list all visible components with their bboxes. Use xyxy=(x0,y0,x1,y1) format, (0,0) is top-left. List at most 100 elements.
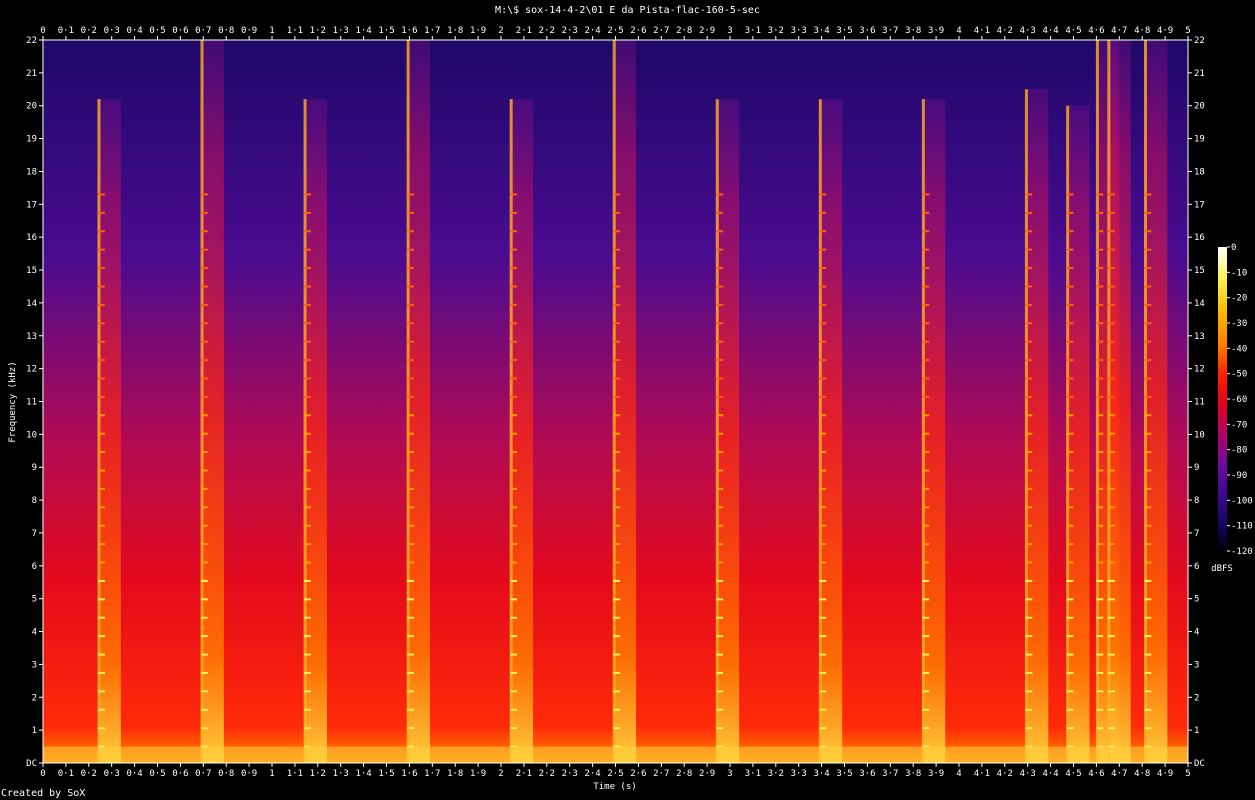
y-tick-label-right: 16 xyxy=(1194,233,1205,243)
x-tick-label-bottom: 4 xyxy=(956,769,961,779)
colorbar-tick-label: -50 xyxy=(1231,370,1247,380)
x-tick-label-bottom: 3·4 xyxy=(813,769,829,779)
y-tick-label-left: 21 xyxy=(26,69,37,79)
x-tick-label-bottom: 3·3 xyxy=(791,769,807,779)
x-tick-label-bottom: 4·1 xyxy=(974,769,990,779)
x-tick-label-bottom: 2·9 xyxy=(699,769,715,779)
y-tick-label-left: 14 xyxy=(26,299,37,309)
y-tick-label-right: 14 xyxy=(1194,299,1205,309)
x-tick-label-top: 4 xyxy=(956,26,961,36)
x-tick-label-bottom: 1·8 xyxy=(447,769,463,779)
x-tick-label-bottom: 3·2 xyxy=(768,769,784,779)
x-tick-label-bottom: 1·5 xyxy=(378,769,394,779)
x-axis-label: Time (s) xyxy=(593,782,636,792)
x-tick-label-bottom: 4·4 xyxy=(1042,769,1058,779)
x-tick-label-bottom: 1·2 xyxy=(310,769,326,779)
x-tick-label-top: 0·2 xyxy=(81,26,97,36)
y-tick-label-right: 20 xyxy=(1194,102,1205,112)
y-tick-label-right: 10 xyxy=(1194,430,1205,440)
x-tick-label-top: 2·9 xyxy=(699,26,715,36)
y-tick-label-right: 17 xyxy=(1194,200,1205,210)
y-tick-label-right: 5 xyxy=(1194,595,1199,605)
x-tick-label-bottom: 4·8 xyxy=(1134,769,1150,779)
colorbar-tick-label: -40 xyxy=(1231,344,1247,354)
x-tick-label-bottom: 3 xyxy=(727,769,732,779)
y-tick-label-right: 6 xyxy=(1194,562,1199,572)
x-tick-label-top: 4·4 xyxy=(1042,26,1058,36)
x-tick-label-bottom: 3·1 xyxy=(745,769,761,779)
y-tick-label-left: 2 xyxy=(32,693,37,703)
x-tick-label-top: 1·8 xyxy=(447,26,463,36)
x-tick-label-bottom: 0·6 xyxy=(172,769,188,779)
y-tick-label-left: 6 xyxy=(32,562,37,572)
x-tick-label-bottom: 0·4 xyxy=(126,769,142,779)
y-tick-label-left: 16 xyxy=(26,233,37,243)
y-tick-label-right: 1 xyxy=(1194,726,1199,736)
colorbar-tick-label: -120 xyxy=(1231,547,1253,557)
y-tick-label-right: 4 xyxy=(1194,628,1199,638)
x-tick-label-top: 1·5 xyxy=(378,26,394,36)
y-tick-label-right: 22 xyxy=(1194,36,1205,46)
y-tick-label-right: 11 xyxy=(1194,398,1205,408)
x-tick-label-bottom: 1·3 xyxy=(333,769,349,779)
transient-burst xyxy=(1025,89,1049,763)
x-tick-label-top: 0·7 xyxy=(195,26,211,36)
x-tick-label-bottom: 0·3 xyxy=(104,769,120,779)
x-tick-label-bottom: 0·2 xyxy=(81,769,97,779)
transient-burst xyxy=(510,99,534,763)
y-tick-label-right: 13 xyxy=(1194,332,1205,342)
x-tick-label-bottom: 2·1 xyxy=(516,769,532,779)
y-tick-label-left: 8 xyxy=(32,496,37,506)
x-tick-label-top: 1·1 xyxy=(287,26,303,36)
y-tick-label-left: 7 xyxy=(32,529,37,539)
y-tick-label-left: 19 xyxy=(26,135,37,145)
x-tick-label-bottom: 4·7 xyxy=(1111,769,1127,779)
y-tick-label-right: 12 xyxy=(1194,365,1205,375)
y-tick-label-left: 17 xyxy=(26,200,37,210)
y-tick-label-left: 11 xyxy=(26,398,37,408)
x-tick-label-bottom: 4·5 xyxy=(1065,769,1081,779)
colorbar-label: dBFS xyxy=(1211,564,1233,574)
x-tick-label-bottom: 3·5 xyxy=(836,769,852,779)
x-tick-label-bottom: 4·3 xyxy=(1020,769,1036,779)
y-tick-label-right: 19 xyxy=(1194,135,1205,145)
transient-burst xyxy=(922,99,946,763)
x-tick-label-bottom: 0·1 xyxy=(58,769,74,779)
x-tick-label-top: 2 xyxy=(498,26,503,36)
x-tick-label-top: 1 xyxy=(269,26,274,36)
x-tick-label-bottom: 2·3 xyxy=(562,769,578,779)
x-tick-label-bottom: 1·4 xyxy=(355,769,371,779)
x-tick-label-top: 4·8 xyxy=(1134,26,1150,36)
y-tick-label-right: 3 xyxy=(1194,660,1199,670)
y-tick-label-left: 22 xyxy=(26,36,37,46)
y-tick-label-left: 1 xyxy=(32,726,37,736)
colorbar-tick-label: -20 xyxy=(1231,294,1247,304)
x-tick-label-bottom: 5 xyxy=(1185,769,1190,779)
x-tick-label-bottom: 0·7 xyxy=(195,769,211,779)
x-tick-label-bottom: 3·9 xyxy=(928,769,944,779)
x-tick-label-bottom: 2 xyxy=(498,769,503,779)
x-tick-label-top: 0·4 xyxy=(126,26,142,36)
x-tick-label-top: 2·4 xyxy=(584,26,600,36)
x-tick-label-top: 1·9 xyxy=(470,26,486,36)
credit-text: Created by SoX xyxy=(1,788,86,799)
x-tick-label-top: 1·2 xyxy=(310,26,326,36)
y-tick-label-right: 2 xyxy=(1194,693,1199,703)
x-tick-label-top: 0·8 xyxy=(218,26,234,36)
x-tick-label-top: 4·3 xyxy=(1020,26,1036,36)
x-tick-label-top: 3 xyxy=(727,26,732,36)
x-tick-label-bottom: 1·1 xyxy=(287,769,303,779)
colorbar-tick-label: -110 xyxy=(1231,522,1253,532)
x-tick-label-top: 3·1 xyxy=(745,26,761,36)
x-tick-label-top: 1·4 xyxy=(355,26,371,36)
y-tick-label-right: 8 xyxy=(1194,496,1199,506)
y-tick-label-right: DC xyxy=(1194,759,1205,769)
y-axis-label: Frequency (kHz) xyxy=(8,361,18,442)
y-tick-label-right: 7 xyxy=(1194,529,1199,539)
x-tick-label-bottom: 0·8 xyxy=(218,769,234,779)
x-tick-label-bottom: 2·6 xyxy=(630,769,646,779)
y-tick-label-right: 15 xyxy=(1194,266,1205,276)
x-tick-label-bottom: 3·7 xyxy=(882,769,898,779)
x-tick-label-bottom: 2·5 xyxy=(607,769,623,779)
x-tick-label-bottom: 1 xyxy=(269,769,274,779)
